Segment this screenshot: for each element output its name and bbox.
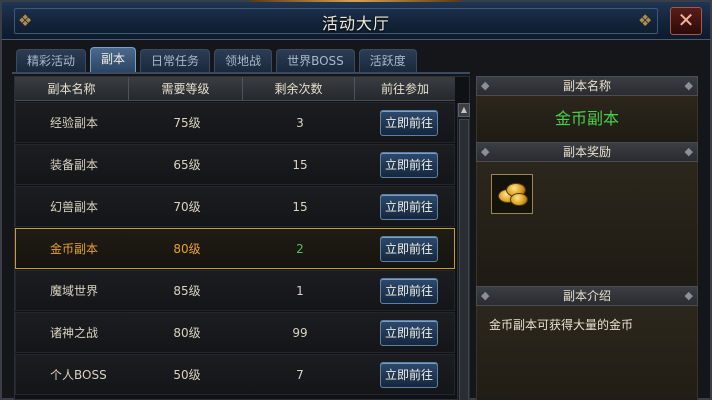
go-now-button[interactable]: 立即前往 (380, 319, 438, 346)
required-level: 85级 (173, 284, 201, 298)
scroll-thumb[interactable] (459, 119, 469, 400)
column-header-level: 需要等级 (129, 77, 243, 101)
dungeon-list-panel: 副本名称 需要等级 剩余次数 前往参加 经验副本 75级 3 立即前往 装备副本… (14, 76, 470, 400)
dungeon-name: 幻兽副本 (50, 200, 99, 214)
remaining-count: 3 (296, 115, 304, 130)
go-now-button[interactable]: 立即前往 (380, 193, 438, 220)
table-row[interactable]: 幻兽副本 70级 15 立即前往 (15, 186, 455, 227)
remaining-count: 7 (296, 367, 304, 382)
ornament-icon: ◆ (684, 145, 693, 158)
tab-highlights[interactable]: 精彩活动 (16, 49, 87, 73)
dungeon-name: 装备副本 (50, 158, 99, 172)
ornament-icon: ◆ (684, 79, 693, 92)
remaining-count: 2 (296, 241, 304, 256)
tab-bar: 精彩活动 副本 日常任务 领地战 世界BOSS 活跃度 (16, 47, 417, 73)
section-title: 副本介绍 (562, 289, 611, 303)
go-now-button[interactable]: 立即前往 (380, 109, 438, 136)
section-header-name: ◆ 副本名称 ◆ (476, 76, 698, 96)
scroll-up-arrow-icon[interactable]: ▲ (458, 103, 470, 117)
ornament-icon: ◆ (481, 289, 490, 302)
go-now-button[interactable]: 立即前往 (380, 361, 438, 388)
dungeon-name: 魔域世界 (50, 284, 99, 298)
required-level: 80级 (173, 326, 201, 340)
table-row[interactable]: 诸神之战 80级 99 立即前往 (15, 312, 455, 353)
dungeon-name: 经验副本 (50, 116, 99, 130)
column-header-remaining: 剩余次数 (243, 77, 355, 101)
dungeon-name-display: 金币副本 (476, 96, 698, 142)
list-scrollbar[interactable]: ▲ (457, 103, 470, 400)
required-level: 70级 (173, 200, 201, 214)
ornament-icon: ◆ (481, 145, 490, 158)
column-header-go: 前往参加 (380, 82, 429, 96)
tab-dungeon[interactable]: 副本 (90, 47, 137, 73)
dungeon-rows: 经验副本 75级 3 立即前往 装备副本 65级 15 立即前往 幻兽副本 70… (15, 102, 455, 396)
ornament-icon: ◆ (481, 79, 490, 92)
dungeon-name: 个人BOSS (50, 368, 107, 382)
reward-item-slot[interactable] (491, 174, 533, 214)
tab-activity[interactable]: 活跃度 (358, 49, 417, 73)
close-icon: ✕ (677, 8, 695, 32)
dungeon-name: 诸神之战 (50, 326, 99, 340)
remaining-count: 1 (296, 283, 304, 298)
title-ornament-right-icon: ❖ (638, 11, 653, 30)
dungeon-description: 金币副本可获得大量的金币 (476, 306, 698, 400)
table-header: 副本名称 需要等级 剩余次数 前往参加 (15, 77, 455, 101)
column-header-name: 副本名称 (15, 77, 129, 101)
go-now-button[interactable]: 立即前往 (380, 277, 438, 304)
required-level: 65级 (173, 158, 201, 172)
section-header-reward: ◆ 副本奖励 ◆ (476, 142, 698, 162)
table-row-selected[interactable]: 金币副本 80级 2 立即前往 (15, 228, 455, 269)
tab-territory-war[interactable]: 领地战 (214, 49, 273, 73)
table-row[interactable]: 魔域世界 85级 1 立即前往 (15, 270, 455, 311)
required-level: 80级 (173, 242, 201, 256)
remaining-count: 15 (292, 199, 308, 214)
table-row[interactable]: 装备副本 65级 15 立即前往 (15, 144, 455, 185)
section-title: 副本奖励 (562, 145, 611, 159)
title-bar: ❖ 活动大厅 ❖ ✕ (2, 2, 710, 40)
dungeon-name: 金币副本 (50, 242, 99, 256)
ornament-icon: ◆ (684, 289, 693, 302)
table-row[interactable]: 个人BOSS 50级 7 立即前往 (15, 354, 455, 395)
reward-area (476, 162, 698, 286)
required-level: 50级 (173, 368, 201, 382)
dungeon-detail-panel: ◆ 副本名称 ◆ 金币副本 ◆ 副本奖励 ◆ ◆ 副本介绍 ◆ 金币副本可获得大… (476, 76, 698, 400)
tab-world-boss[interactable]: 世界BOSS (276, 49, 355, 73)
remaining-count: 15 (292, 157, 308, 172)
go-now-button[interactable]: 立即前往 (380, 151, 438, 178)
section-header-intro: ◆ 副本介绍 ◆ (476, 286, 698, 306)
section-title: 副本名称 (562, 79, 611, 93)
remaining-count: 99 (292, 325, 308, 340)
required-level: 75级 (173, 116, 201, 130)
window-title: 活动大厅 (321, 14, 390, 33)
table-row[interactable]: 经验副本 75级 3 立即前往 (15, 102, 455, 143)
close-button[interactable]: ✕ (670, 7, 702, 35)
tab-underline (12, 72, 470, 74)
go-now-button[interactable]: 立即前往 (380, 235, 438, 262)
tab-daily-quests[interactable]: 日常任务 (140, 49, 211, 73)
